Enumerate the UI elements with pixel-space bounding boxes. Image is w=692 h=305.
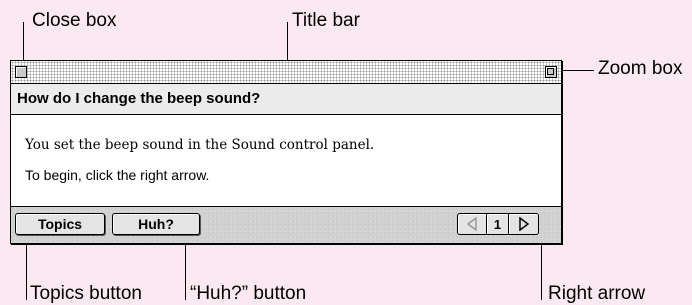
title-bar-leader [287, 22, 288, 65]
huh-button-leader [185, 243, 186, 300]
page-number: 1 [487, 213, 509, 235]
zoom-box-leader [562, 70, 594, 71]
huh-button[interactable]: Huh? [112, 213, 200, 235]
question-title: How do I change the beep sound? [17, 90, 261, 107]
right-arrow-leader [541, 243, 542, 300]
left-arrow-icon [466, 217, 477, 231]
huh-button-callout: “Huh?” button [190, 283, 307, 304]
title-bar[interactable] [11, 61, 561, 84]
body-line-2: To begin, click the right arrow. [25, 167, 210, 183]
title-bar-callout: Title bar [292, 10, 360, 31]
right-arrow-icon [518, 217, 529, 231]
left-arrow-button[interactable] [457, 213, 487, 235]
body-line-1: You set the beep sound in the Sound cont… [25, 137, 375, 153]
help-window: How do I change the beep sound? You set … [10, 60, 562, 244]
zoom-box-icon [547, 68, 554, 75]
zoom-box[interactable] [545, 66, 557, 78]
right-arrow-button[interactable] [509, 213, 539, 235]
question-header: How do I change the beep sound? [11, 84, 561, 115]
page-navigator: 1 [457, 213, 539, 235]
topics-button-leader [26, 243, 27, 300]
topics-button-callout: Topics button [30, 283, 142, 304]
close-box[interactable] [15, 66, 27, 78]
footer-bar: Topics Huh? 1 [11, 206, 561, 243]
close-box-callout: Close box [32, 10, 117, 31]
topics-button[interactable]: Topics [15, 213, 105, 235]
close-box-leader [23, 22, 24, 65]
right-arrow-callout: Right arrow [548, 283, 646, 304]
zoom-box-callout: Zoom box [598, 58, 683, 79]
